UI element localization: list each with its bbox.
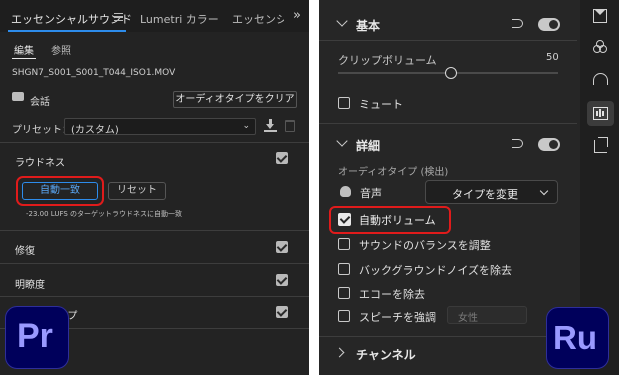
subtab-browse[interactable]: 参照: [51, 42, 71, 57]
divider: [0, 230, 309, 231]
mute-label: ミュート: [359, 98, 403, 111]
speech-gender-dropdown[interactable]: 女性: [447, 306, 527, 324]
loudness-header[interactable]: ラウドネス: [15, 154, 65, 169]
basic-toggle[interactable]: [538, 18, 560, 31]
color-icon[interactable]: [593, 40, 607, 54]
balance-sound-label: サウンドのバランスを調整: [359, 239, 491, 252]
basic-title: 基本: [356, 19, 381, 33]
premiere-panel: エッセンシャルサウンド Lumetri カラー エッセンシ » 編集 参照 SH…: [0, 0, 309, 375]
gap: [309, 0, 319, 375]
audio-type-label: オーディオタイプ (検出): [338, 167, 449, 178]
audio-icon[interactable]: [593, 107, 608, 120]
repair-header[interactable]: 修復: [15, 242, 35, 257]
rush-panel: 基本 クリップボリューム 50 ミュート 詳細 オーディオタイプ (検出) 音声…: [319, 0, 619, 375]
preset-value: (カスタム): [71, 125, 119, 136]
enhance-speech-label: スピーチを強調: [359, 311, 436, 324]
premiere-rush-logo: Ru: [546, 307, 609, 369]
repair-checkbox[interactable]: [276, 241, 288, 253]
chevron-down-icon: ⌄: [242, 121, 250, 131]
tab-lumetri-color[interactable]: Lumetri カラー: [140, 11, 219, 27]
loudness-note: -23.00 LUFS のターゲットラウドネスに自動一致: [26, 210, 183, 218]
clarity-header[interactable]: 明瞭度: [15, 276, 45, 291]
tab-underline: [8, 30, 126, 32]
voice-label: 音声: [360, 187, 382, 200]
divider: [0, 263, 309, 264]
mute-checkbox[interactable]: [338, 97, 350, 109]
undo-icon[interactable]: [512, 139, 523, 148]
tab-overflow-icon[interactable]: »: [293, 8, 301, 23]
clear-audio-type-button[interactable]: オーディオタイプをクリア: [173, 91, 297, 108]
auto-match-button[interactable]: 自動一致: [22, 182, 98, 200]
preset-label: プリセット：: [12, 125, 72, 136]
preset-dropdown[interactable]: (カスタム) ⌄: [64, 118, 256, 136]
divider: [319, 336, 577, 337]
reduce-echo-label: エコーを除去: [359, 288, 425, 301]
tab-essential-graphics[interactable]: エッセンシ: [232, 11, 284, 27]
expand-chevron-icon[interactable]: [334, 347, 345, 358]
transform-icon[interactable]: [593, 9, 607, 23]
premiere-pro-logo: Pr: [5, 306, 69, 369]
clip-filename: SHGN7_S001_S001_T044_ISO1.MOV: [12, 68, 176, 78]
undo-icon[interactable]: [512, 19, 523, 28]
auto-volume-label: 自動ボリューム: [359, 214, 436, 227]
change-type-label: タイプを変更: [452, 188, 518, 201]
reduce-echo-checkbox[interactable]: [338, 287, 350, 299]
hamburger-icon[interactable]: [114, 13, 123, 21]
divider: [319, 40, 577, 41]
crop-icon[interactable]: [594, 137, 608, 153]
balance-sound-checkbox[interactable]: [338, 238, 350, 250]
speed-icon[interactable]: [593, 73, 608, 85]
divider: [319, 123, 577, 124]
trash-icon[interactable]: [285, 120, 295, 132]
collapse-chevron-icon[interactable]: [336, 135, 348, 147]
chevron-down-icon: [539, 186, 549, 196]
auto-volume-checkbox[interactable]: [338, 213, 351, 226]
subtab-underline: [12, 58, 36, 59]
reset-button[interactable]: リセット: [108, 182, 166, 200]
voice-icon: [340, 186, 351, 197]
details-toggle[interactable]: [538, 138, 560, 151]
subtab-edit[interactable]: 編集: [14, 42, 34, 57]
clip-volume-label: クリップボリューム: [338, 54, 437, 67]
change-type-dropdown[interactable]: タイプを変更: [425, 180, 558, 204]
dialogue-label: 会話: [30, 97, 50, 108]
reduce-noise-checkbox[interactable]: [338, 263, 350, 275]
dialogue-icon: [12, 92, 24, 101]
loudness-checkbox[interactable]: [276, 152, 288, 164]
divider: [0, 142, 309, 143]
creative-checkbox[interactable]: [276, 306, 288, 318]
speech-gender-value: 女性: [458, 313, 478, 324]
enhance-speech-checkbox[interactable]: [338, 310, 350, 322]
clip-volume-thumb[interactable]: [445, 67, 457, 79]
reduce-noise-label: バックグラウンドノイズを除去: [359, 264, 513, 277]
save-preset-icon[interactable]: [264, 119, 277, 133]
collapse-chevron-icon[interactable]: [336, 15, 348, 27]
divider: [0, 296, 309, 297]
details-title: 詳細: [356, 139, 381, 153]
clip-volume-value[interactable]: 50: [546, 52, 559, 63]
channel-title: チャンネル: [356, 348, 416, 362]
clarity-checkbox[interactable]: [276, 274, 288, 286]
